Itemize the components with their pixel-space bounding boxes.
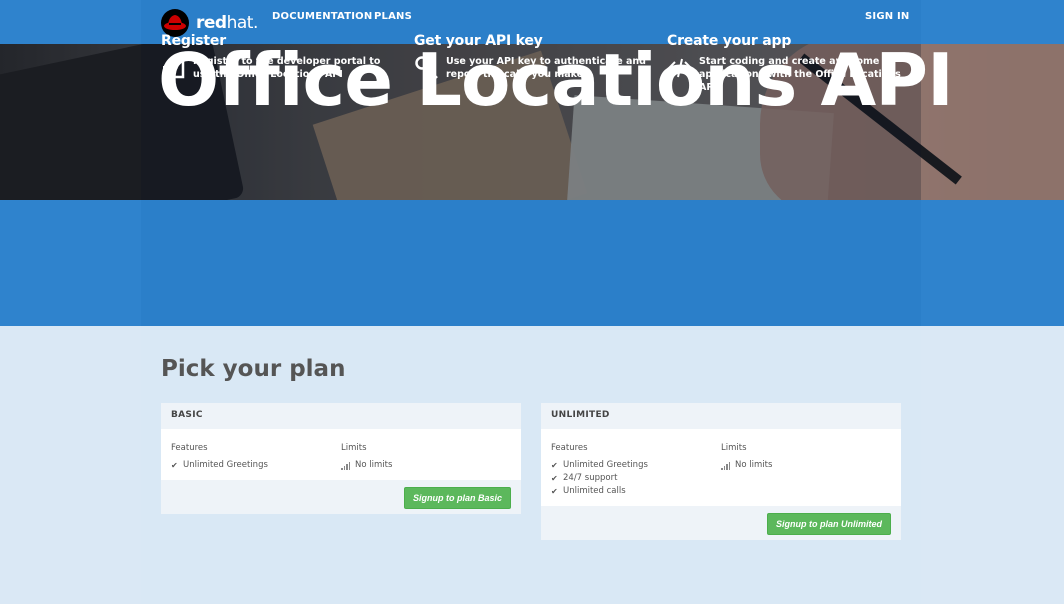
plan-card-unlimited: UNLIMITED Features ✔ Unlimited Greetings… xyxy=(541,403,901,540)
plan-feature-item: ✔ 24/7 support xyxy=(551,473,618,483)
plan-limit-item: No limits xyxy=(341,459,511,472)
check-icon: ✔ xyxy=(171,461,178,470)
plan-body: Features ✔ Unlimited Greetings ✔ 24/7 su… xyxy=(541,429,901,506)
plan-footer: Signup to plan Basic xyxy=(161,480,521,514)
feature-description: Register to the developer portal to use … xyxy=(193,56,381,80)
plan-footer: Signup to plan Unlimited xyxy=(541,506,901,540)
signup-unlimited-button[interactable]: Signup to plan Unlimited xyxy=(767,513,891,535)
plan-limits-column: Limits No limits xyxy=(341,443,511,472)
feature-description: Use your API key to authenticate and rep… xyxy=(446,56,646,80)
plan-body: Features ✔ Unlimited Greetings Limits No… xyxy=(161,429,521,480)
feature-create-app: Create your app Start coding and create … xyxy=(667,33,907,94)
plan-card-basic: BASIC Features ✔ Unlimited Greetings Lim… xyxy=(161,403,521,514)
key-icon xyxy=(415,56,438,80)
signup-basic-button[interactable]: Signup to plan Basic xyxy=(403,487,511,509)
plan-features-column: Features ✔ Unlimited Greetings ✔ 24/7 su… xyxy=(551,443,721,498)
check-icon: ✔ xyxy=(551,474,558,483)
plans-title: Pick your plan xyxy=(161,356,346,382)
code-icon xyxy=(667,58,693,78)
sign-in-icon xyxy=(163,57,185,79)
plan-limits-column: Limits No limits xyxy=(721,443,891,498)
signal-bars-icon xyxy=(721,461,731,470)
sign-in-link[interactable]: SIGN IN xyxy=(865,11,909,22)
feature-description: Start coding and create awesome applicat… xyxy=(699,56,901,93)
check-icon: ✔ xyxy=(551,461,558,470)
feature-title: Register xyxy=(161,33,226,49)
plan-feature-item: ✔ Unlimited Greetings xyxy=(551,460,648,470)
limits-label: Limits xyxy=(341,443,367,453)
plan-features-column: Features ✔ Unlimited Greetings xyxy=(171,443,341,472)
plan-limit-item: No limits xyxy=(721,459,891,472)
nav-documentation-link[interactable]: DOCUMENTATION xyxy=(272,11,372,22)
check-icon: ✔ xyxy=(551,487,558,496)
nav-plans-link[interactable]: PLANS xyxy=(374,11,412,22)
limits-label: Limits xyxy=(721,443,747,453)
plan-feature-item: ✔ Unlimited calls xyxy=(551,486,626,496)
features-label: Features xyxy=(171,443,208,453)
plan-name: UNLIMITED xyxy=(541,403,901,429)
plan-feature-item: ✔ Unlimited Greetings xyxy=(171,460,268,470)
features-band xyxy=(0,200,1064,326)
logo-text: redhat. xyxy=(196,13,258,33)
feature-api-key: Get your API key Use your API key to aut… xyxy=(414,33,654,81)
features-label: Features xyxy=(551,443,588,453)
features-center-band xyxy=(141,200,921,326)
feature-title: Get your API key xyxy=(414,33,543,49)
feature-register: Register Register to the developer porta… xyxy=(161,33,401,81)
signal-bars-icon xyxy=(341,461,351,470)
plan-name: BASIC xyxy=(161,403,521,429)
feature-title: Create your app xyxy=(667,33,792,49)
